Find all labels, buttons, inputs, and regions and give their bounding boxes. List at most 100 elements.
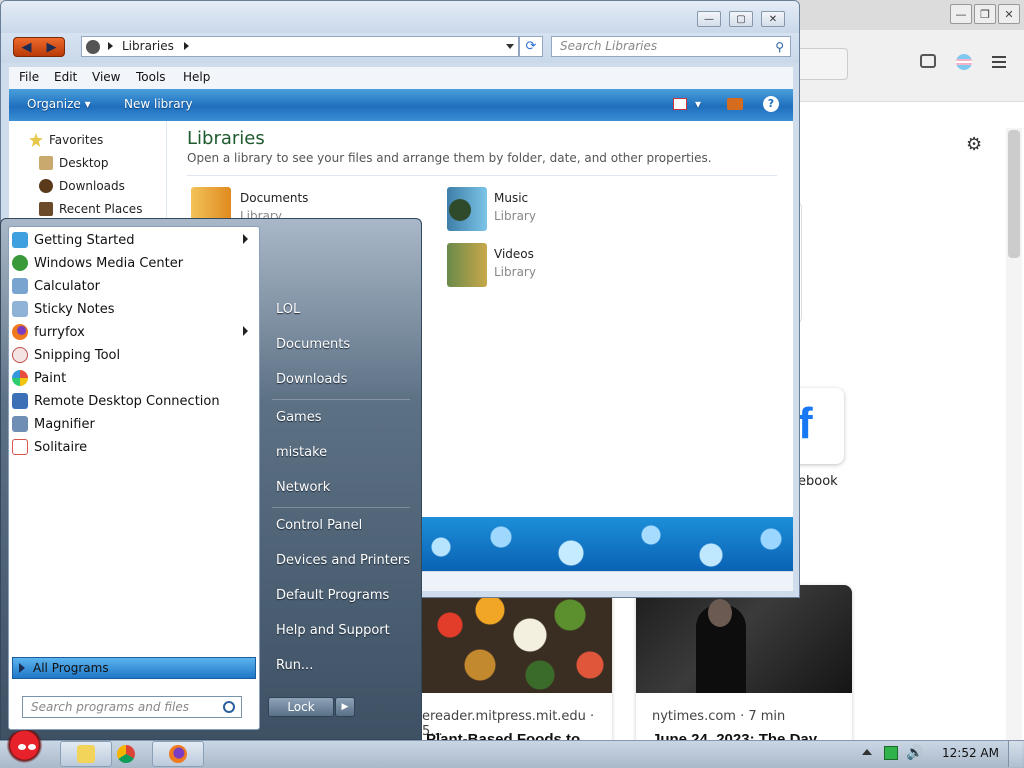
place-documents[interactable]: Documents	[276, 337, 350, 352]
nav-recent-places[interactable]: Recent Places	[39, 202, 142, 216]
menu-tools[interactable]: Tools	[136, 70, 166, 84]
status-bar	[421, 571, 793, 591]
change-view-icon[interactable]	[673, 98, 687, 110]
lock-button[interactable]: Lock	[268, 697, 334, 717]
account-icon[interactable]	[956, 54, 972, 70]
pocket-icon[interactable]	[920, 54, 936, 68]
angry-bird-eye	[28, 744, 36, 750]
menu-help[interactable]: Help	[183, 70, 210, 84]
explorer-close-button[interactable]: ✕	[761, 11, 785, 27]
address-bar[interactable]: Libraries	[81, 36, 519, 57]
volume-icon[interactable]: 🔊	[906, 745, 923, 761]
places-divider	[272, 507, 410, 508]
show-desktop-button[interactable]	[1008, 741, 1022, 767]
news-card-2[interactable]: nytimes.com · 7 min June 24, 2023: The D…	[636, 585, 852, 745]
breadcrumb-chevron-icon[interactable]	[108, 42, 113, 50]
shutdown-options-button[interactable]: ▶	[335, 697, 355, 717]
program-furryfox[interactable]: furryfox	[12, 321, 258, 343]
program-getting-started[interactable]: Getting Started	[12, 229, 258, 251]
taskbar-clock[interactable]: 12:52 AM	[942, 746, 999, 760]
explorer-maximize-button[interactable]: ▢	[729, 11, 753, 27]
title-divider	[187, 175, 777, 176]
library-name: Documents	[240, 191, 309, 205]
menu-file[interactable]: File	[19, 70, 39, 84]
search-icon[interactable]	[223, 701, 235, 713]
show-hidden-icons-icon[interactable]	[862, 749, 872, 755]
library-videos[interactable]: Videos Library	[443, 243, 643, 287]
program-magnifier[interactable]: Magnifier	[12, 413, 258, 435]
explorer-menu-bar: File Edit View Tools Help	[9, 67, 793, 89]
start-search-input[interactable]: Search programs and files	[22, 696, 242, 718]
news-image-food	[420, 585, 612, 693]
back-arrow-icon[interactable]: ◀	[22, 40, 32, 55]
menu-edit[interactable]: Edit	[54, 70, 77, 84]
new-library-button[interactable]: New library	[124, 97, 193, 111]
nav-favorites[interactable]: Favorites	[29, 133, 103, 147]
program-paint[interactable]: Paint	[12, 367, 258, 389]
browser-close-button[interactable]: ✕	[998, 4, 1020, 24]
chevron-right-icon: ▶	[341, 702, 349, 712]
news-card-1[interactable]: ereader.mitpress.mit.edu · 5... Plant-Ba…	[420, 585, 612, 745]
address-breadcrumb[interactable]: Libraries	[122, 39, 174, 53]
program-solitaire[interactable]: Solitaire	[12, 436, 258, 458]
search-icon[interactable]: ⚲	[775, 40, 784, 54]
program-snipping-tool[interactable]: Snipping Tool	[12, 344, 258, 366]
program-sticky-notes[interactable]: Sticky Notes	[12, 298, 258, 320]
menu-view[interactable]: View	[92, 70, 120, 84]
preview-pane-icon[interactable]	[727, 98, 743, 110]
place-run[interactable]: Run...	[276, 658, 313, 673]
program-remote-desktop-connection[interactable]: Remote Desktop Connection	[12, 390, 258, 412]
place-games[interactable]: Games	[276, 410, 321, 425]
nav-downloads[interactable]: Downloads	[39, 179, 125, 193]
browser-minimize-button[interactable]: —	[950, 4, 972, 24]
settings-gear-icon[interactable]: ⚙	[966, 134, 982, 155]
program-label: Calculator	[34, 278, 101, 294]
place-downloads[interactable]: Downloads	[276, 372, 347, 387]
place-help-and-support[interactable]: Help and Support	[276, 623, 390, 638]
program-label: Windows Media Center	[34, 255, 184, 271]
place-devices-and-printers[interactable]: Devices and Printers	[276, 553, 410, 568]
nav-desktop-label: Desktop	[59, 156, 109, 170]
library-music[interactable]: Music Library	[443, 187, 643, 231]
address-dropdown-icon[interactable]	[506, 44, 514, 49]
refresh-button[interactable]: ⟳	[519, 36, 543, 57]
network-status-icon[interactable]	[884, 746, 898, 760]
forward-arrow-icon[interactable]: ▶	[47, 40, 57, 55]
breadcrumb-chevron-icon[interactable]	[184, 42, 189, 50]
videos-library-icon	[447, 243, 487, 287]
menu-icon[interactable]	[992, 56, 1006, 68]
search-placeholder: Search Libraries	[560, 39, 658, 53]
explorer-icon	[77, 745, 95, 763]
navigation-pane: Favorites Desktop Downloads Recent Place…	[9, 121, 167, 221]
organize-button[interactable]: Organize ▾	[27, 97, 91, 111]
paint-icon	[12, 370, 28, 386]
start-button[interactable]	[2, 730, 52, 768]
place-mistake[interactable]: mistake	[276, 445, 327, 460]
explorer-command-bar: Organize ▾ New library ▾ ?	[9, 89, 793, 121]
search-libraries-input[interactable]: Search Libraries ⚲	[551, 36, 791, 57]
program-calculator[interactable]: Calculator	[12, 275, 258, 297]
browser-restore-button[interactable]: ❐	[974, 4, 996, 24]
place-default-programs[interactable]: Default Programs	[276, 588, 389, 603]
browser-scrollbar-thumb[interactable]	[1008, 130, 1020, 258]
back-forward-buttons[interactable]: ◀ ▶	[13, 37, 65, 57]
nav-desktop[interactable]: Desktop	[39, 156, 109, 170]
taskbar-chrome-button[interactable]	[100, 741, 152, 767]
sticky-notes-icon	[12, 301, 28, 317]
explorer-caption-bar[interactable]: — ▢ ✕	[1, 1, 799, 33]
place-network[interactable]: Network	[276, 480, 330, 495]
all-programs-button[interactable]: All Programs	[12, 657, 256, 679]
place-control-panel[interactable]: Control Panel	[276, 518, 362, 533]
taskbar-firefox-button[interactable]	[152, 741, 204, 767]
firefox-icon	[12, 324, 28, 340]
view-dropdown-icon[interactable]: ▾	[695, 97, 701, 111]
media-center-icon	[12, 255, 28, 271]
explorer-minimize-button[interactable]: —	[697, 11, 721, 27]
program-label: Sticky Notes	[34, 301, 115, 317]
place-lol[interactable]: LOL	[276, 302, 300, 317]
help-icon[interactable]: ?	[763, 96, 779, 112]
program-windows-media-center[interactable]: Windows Media Center	[12, 252, 258, 274]
submenu-arrow-icon	[243, 326, 248, 336]
program-label: Remote Desktop Connection	[34, 393, 220, 409]
news-source: nytimes.com · 7 min	[652, 709, 786, 724]
